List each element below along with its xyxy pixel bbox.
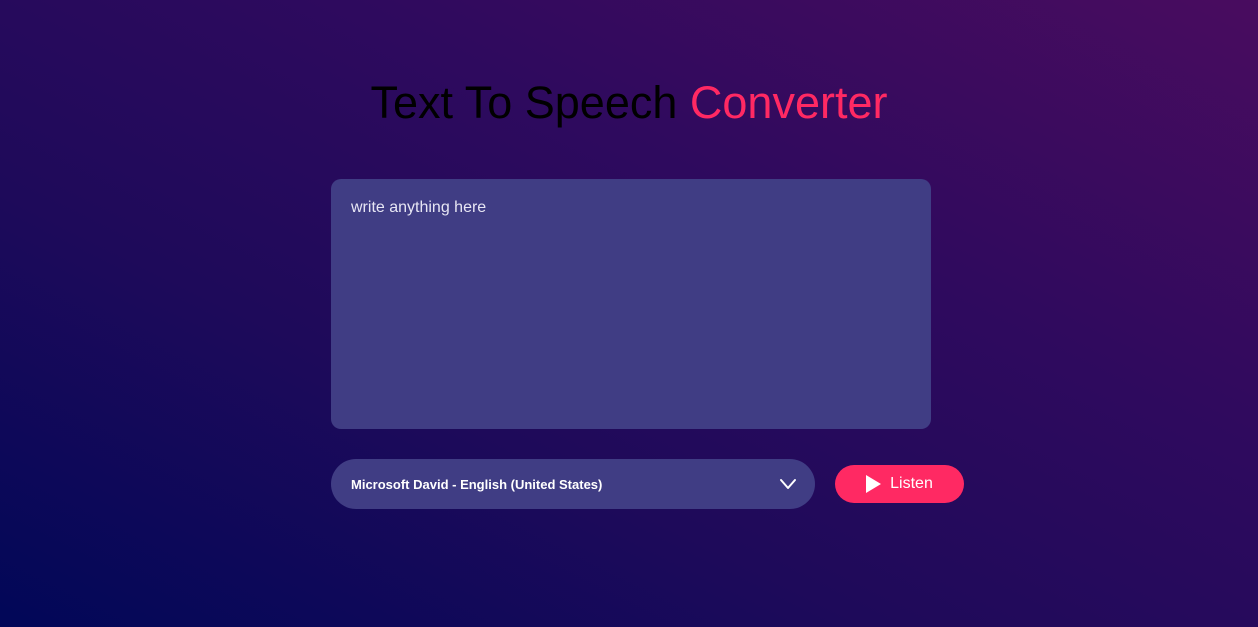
listen-button[interactable]: Listen: [835, 465, 964, 503]
text-input[interactable]: [331, 179, 931, 429]
page-title-accent: Converter: [689, 77, 888, 128]
play-icon: [866, 475, 882, 493]
voice-select[interactable]: Microsoft David - English (United States…: [331, 459, 815, 509]
controls-row: Microsoft David - English (United States…: [331, 459, 964, 509]
page-title-main: Text To Speech: [370, 77, 690, 128]
listen-button-label: Listen: [890, 475, 933, 492]
page-title: Text To Speech Converter: [0, 78, 1258, 128]
voice-select-value: Microsoft David - English (United States…: [351, 476, 603, 492]
chevron-down-icon: [779, 475, 797, 493]
